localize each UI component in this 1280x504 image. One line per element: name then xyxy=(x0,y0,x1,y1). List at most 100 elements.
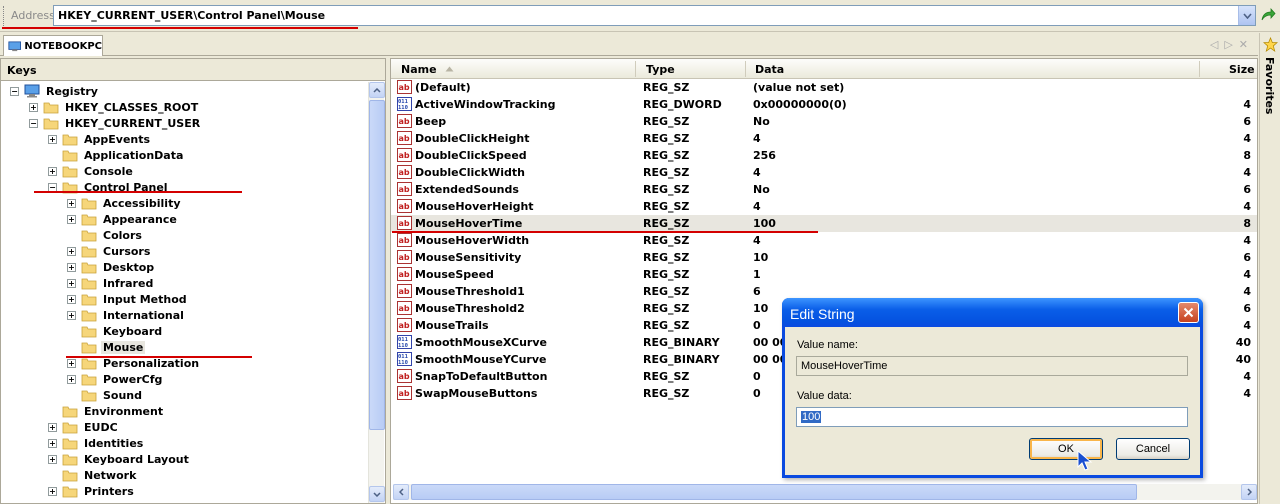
expand-icon[interactable]: + xyxy=(67,278,76,288)
scroll-thumb[interactable] xyxy=(411,484,1137,500)
expand-icon[interactable]: + xyxy=(48,454,57,464)
tree-item[interactable]: + Desktop xyxy=(67,259,156,275)
table-row[interactable]: ab MouseHoverWidth REG_SZ 4 4 xyxy=(391,232,1257,249)
table-row[interactable]: ab DoubleClickHeight REG_SZ 4 4 xyxy=(391,130,1257,147)
scroll-down-button[interactable] xyxy=(369,486,385,502)
string-value-icon: ab xyxy=(397,386,412,400)
column-separator[interactable] xyxy=(635,61,636,77)
expand-icon[interactable]: + xyxy=(48,438,57,448)
address-path[interactable]: HKEY_CURRENT_USER\Control Panel\Mouse xyxy=(58,9,325,22)
go-arrow-icon[interactable] xyxy=(1260,7,1276,23)
table-row[interactable]: ab Beep REG_SZ No 6 xyxy=(391,113,1257,130)
tree-item[interactable]: Sound xyxy=(67,387,144,403)
tab-notebookpc[interactable]: NOTEBOOKPC xyxy=(3,35,103,56)
tree-item[interactable]: + Identities xyxy=(48,435,145,451)
tree-item[interactable]: Environment xyxy=(48,403,165,419)
favorites-panel[interactable]: Favorites xyxy=(1259,33,1280,504)
annotation-underline-mouse xyxy=(66,356,252,358)
tree-item[interactable]: Colors xyxy=(67,227,144,243)
column-separator[interactable] xyxy=(1199,61,1200,77)
address-input[interactable]: HKEY_CURRENT_USER\Control Panel\Mouse xyxy=(53,5,1256,26)
dialog-close-button[interactable] xyxy=(1178,302,1199,323)
string-value-icon: ab xyxy=(397,369,412,383)
tree-item[interactable]: + International xyxy=(67,307,186,323)
registry-tree[interactable]: − Registry + HKEY_CLASSES_ROOT − HKEY_CURRENT… xyxy=(1,82,369,503)
table-row[interactable]: ab DoubleClickWidth REG_SZ 4 4 xyxy=(391,164,1257,181)
expand-icon[interactable]: + xyxy=(67,374,76,384)
computer-icon xyxy=(24,84,40,98)
scroll-up-button[interactable] xyxy=(369,82,385,98)
tree-item[interactable]: − HKEY_CURRENT_USER xyxy=(29,115,202,131)
cell-size: 4 xyxy=(1243,285,1251,298)
column-data[interactable]: Data xyxy=(755,63,784,76)
table-row[interactable]: ab ExtendedSounds REG_SZ No 6 xyxy=(391,181,1257,198)
star-icon[interactable] xyxy=(1263,37,1278,52)
table-row[interactable]: 011 110 ActiveWindowTracking REG_DWORD 0x000… xyxy=(391,96,1257,113)
expand-icon[interactable]: + xyxy=(67,310,76,320)
tree-item[interactable]: Mouse xyxy=(67,339,146,355)
cancel-button[interactable]: Cancel xyxy=(1116,438,1190,460)
collapse-icon[interactable]: − xyxy=(29,118,38,128)
svg-text:ab: ab xyxy=(399,389,410,398)
svg-text:ab: ab xyxy=(399,168,410,177)
scroll-thumb[interactable] xyxy=(369,100,385,430)
tab-next-icon[interactable]: ▷ xyxy=(1224,38,1232,51)
tree-item[interactable]: Keyboard xyxy=(67,323,164,339)
value-data-input[interactable]: 100 xyxy=(796,407,1188,427)
expand-icon[interactable]: + xyxy=(48,166,57,176)
expand-icon[interactable]: + xyxy=(67,358,76,368)
column-size[interactable]: Size xyxy=(1229,63,1255,76)
value-data-text[interactable]: 100 xyxy=(801,411,822,423)
cell-data: 10 xyxy=(753,251,769,264)
expand-icon[interactable]: + xyxy=(67,246,76,256)
tree-item[interactable]: + Input Method xyxy=(67,291,189,307)
expand-icon[interactable]: + xyxy=(67,262,76,272)
cell-size: 4 xyxy=(1243,166,1251,179)
tree-item[interactable]: Network xyxy=(48,467,138,483)
table-row[interactable]: ab MouseSensitivity REG_SZ 10 6 xyxy=(391,249,1257,266)
tree-item[interactable]: + EUDC xyxy=(48,419,120,435)
scroll-left-button[interactable] xyxy=(393,484,409,500)
values-horizontal-scrollbar[interactable] xyxy=(393,484,1257,500)
tree-item[interactable]: + Keyboard Layout xyxy=(48,451,191,467)
tree-item[interactable]: + AppEvents xyxy=(48,131,152,147)
expand-icon[interactable]: + xyxy=(67,294,76,304)
tree-item[interactable]: + HKEY_CLASSES_ROOT xyxy=(29,99,200,115)
expand-icon[interactable]: + xyxy=(48,134,57,144)
expand-icon[interactable]: + xyxy=(48,422,57,432)
expand-icon[interactable]: + xyxy=(67,214,76,224)
tree-vertical-scrollbar[interactable] xyxy=(368,82,385,503)
tree-item[interactable]: + Accessibility xyxy=(67,195,183,211)
expand-icon[interactable]: + xyxy=(67,198,76,208)
tree-item[interactable]: + PowerCfg xyxy=(67,371,164,387)
annotation-underline-address xyxy=(2,27,358,29)
column-separator[interactable] xyxy=(745,61,746,77)
address-dropdown-button[interactable] xyxy=(1238,6,1255,25)
cell-type: REG_SZ xyxy=(643,149,690,162)
table-row[interactable]: ab (Default) REG_SZ (value not set) xyxy=(391,79,1257,96)
tree-item[interactable]: − Registry xyxy=(10,83,100,99)
dialog-titlebar[interactable]: Edit String xyxy=(782,298,1203,327)
tree-item[interactable]: + Infrared xyxy=(67,275,155,291)
tree-item[interactable]: + Printers xyxy=(48,483,136,499)
collapse-icon[interactable]: − xyxy=(10,86,19,96)
tab-prev-icon[interactable]: ◁ xyxy=(1210,38,1218,51)
tree-item[interactable]: ApplicationData xyxy=(48,147,185,163)
column-type[interactable]: Type xyxy=(646,63,675,76)
cell-type: REG_BINARY xyxy=(643,336,720,349)
table-row[interactable]: ab MouseHoverHeight REG_SZ 4 4 xyxy=(391,198,1257,215)
table-row[interactable]: ab MouseHoverTime REG_SZ 100 8 xyxy=(391,215,1257,232)
column-name[interactable]: Name xyxy=(401,63,437,76)
tree-item[interactable]: + Console xyxy=(48,163,135,179)
tab-close-icon[interactable]: ✕ xyxy=(1239,38,1248,51)
table-row[interactable]: ab MouseSpeed REG_SZ 1 4 xyxy=(391,266,1257,283)
table-row[interactable]: ab DoubleClickSpeed REG_SZ 256 8 xyxy=(391,147,1257,164)
scroll-right-button[interactable] xyxy=(1241,484,1257,500)
tree-item[interactable]: + Appearance xyxy=(67,211,179,227)
expand-icon[interactable]: + xyxy=(48,486,57,496)
expand-icon[interactable]: + xyxy=(29,102,38,112)
string-value-icon: ab xyxy=(397,216,412,230)
svg-text:ab: ab xyxy=(399,270,410,279)
toolbar-grip[interactable] xyxy=(3,6,6,26)
tree-item[interactable]: + Cursors xyxy=(67,243,152,259)
